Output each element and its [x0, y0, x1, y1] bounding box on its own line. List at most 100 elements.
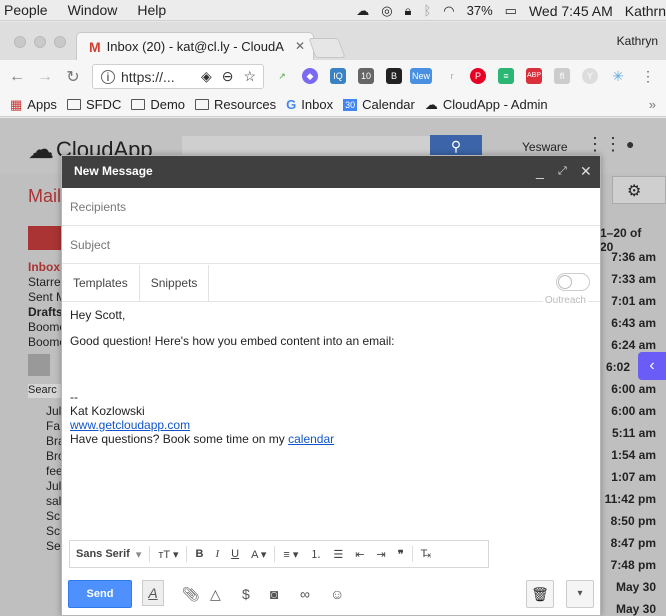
email-time[interactable]: 6:02 [606, 360, 630, 374]
apps-grid-icon[interactable]: ⋮⋮ [586, 134, 622, 155]
quote-icon[interactable]: ❞ [398, 548, 404, 561]
link-icon[interactable]: ∞ [300, 586, 310, 602]
send-button[interactable]: Send [68, 580, 132, 608]
contacts-search-input[interactable]: Searc [28, 384, 62, 398]
arrow-extension-icon[interactable]: ↗ [274, 68, 290, 84]
new-extension-icon[interactable]: New [410, 68, 432, 84]
subject-field[interactable]: Subject [62, 226, 600, 264]
email-time[interactable]: 6:00 am [611, 382, 656, 396]
email-time[interactable]: 6:00 am [611, 404, 656, 418]
emoji-icon[interactable]: ☺ [330, 586, 344, 602]
bookmark-resources[interactable]: Resources [195, 97, 276, 112]
email-time[interactable]: 8:50 pm [611, 514, 656, 528]
nav-label[interactable]: Boome [28, 320, 62, 334]
bookmark-calendar[interactable]: 30 Calendar [343, 97, 415, 112]
adblock-icon[interactable]: ABP [526, 68, 542, 84]
email-time[interactable]: 6:43 am [611, 316, 656, 330]
italic-icon[interactable]: I [215, 548, 219, 560]
yesware-link[interactable]: Yesware [522, 140, 568, 154]
email-time[interactable]: 8:47 pm [611, 536, 656, 550]
bookmark-demo[interactable]: Demo [131, 97, 185, 112]
expand-icon[interactable]: ⤢ [558, 156, 567, 186]
window-zoom-button[interactable] [54, 36, 66, 48]
user-name[interactable]: Kathrn [625, 3, 666, 19]
snowflake-icon[interactable]: ✳ [610, 68, 626, 84]
menu-help[interactable]: Help [137, 2, 166, 18]
chat-contact[interactable]: fee [46, 464, 62, 478]
formatting-options-icon[interactable]: A [142, 580, 164, 606]
minimize-icon[interactable]: _ [536, 156, 544, 186]
email-time[interactable]: 5:11 am [612, 426, 656, 440]
message-body[interactable]: Hey Scott, Good question! Here's how you… [70, 308, 590, 446]
email-time[interactable]: 7:01 am [611, 294, 656, 308]
sync-icon[interactable]: ◎ [381, 3, 392, 19]
nav-starred[interactable]: Starre [28, 275, 62, 289]
chat-contact[interactable]: Bro [46, 449, 62, 463]
window-close-button[interactable] [14, 36, 26, 48]
outreach-sidebar-toggle-icon[interactable]: ‹ [638, 352, 666, 380]
nav-inbox[interactable]: Inbox [28, 260, 62, 274]
templates-button[interactable]: Templates [62, 265, 140, 301]
bluetooth-icon[interactable]: ᛒ [423, 3, 431, 18]
star-icon[interactable]: ☆ [244, 68, 257, 85]
menu-people[interactable]: People [4, 2, 48, 18]
lock-icon[interactable]: 🔒︎ [405, 3, 412, 19]
close-icon[interactable]: ✕ [295, 39, 305, 53]
recipients-field[interactable]: Recipients [62, 188, 600, 226]
r-extension-icon[interactable]: r [444, 68, 460, 84]
font-family-select[interactable]: Sans Serif [76, 548, 130, 560]
extension-icon[interactable]: ◈ [201, 68, 212, 85]
zoom-icon[interactable]: ⊖ [222, 68, 234, 85]
back-icon[interactable]: ← [6, 68, 28, 86]
menu-dots-icon[interactable]: ⋮ [640, 68, 656, 84]
tab-gmail-inbox[interactable]: M Inbox (20) - kat@cl.ly - CloudA ✕ [76, 32, 314, 60]
email-time[interactable]: 11:42 pm [605, 492, 656, 506]
bookmark-sfdc[interactable]: SFDC [66, 97, 121, 112]
bookmark-cloudapp-admin[interactable]: ☁ CloudApp - Admin [425, 97, 548, 113]
bookmark-inbox[interactable]: G Inbox [286, 97, 333, 112]
info-icon[interactable]: i [101, 69, 115, 84]
fl-extension-icon[interactable]: fl [554, 68, 570, 84]
b-extension-icon[interactable]: B [386, 68, 402, 84]
bold-icon[interactable]: B [195, 548, 203, 560]
chat-contact[interactable]: Bra [46, 434, 62, 448]
new-tab-button[interactable] [308, 38, 346, 58]
camera-icon[interactable]: ◙ [270, 586, 278, 602]
email-time[interactable]: May 30 [616, 580, 656, 594]
y-extension-icon[interactable]: Y [582, 68, 598, 84]
pinterest-icon[interactable]: P [470, 68, 486, 84]
underline-icon[interactable]: U [231, 548, 239, 560]
bookmarks-overflow-icon[interactable]: » [649, 97, 656, 112]
snippets-button[interactable]: Snippets [140, 265, 210, 301]
chat-contact[interactable]: Jul [46, 479, 62, 493]
signature-website-link[interactable]: www.getcloudapp.com [70, 418, 190, 432]
email-time[interactable]: 7:36 am [611, 250, 656, 264]
chat-contact[interactable]: Se [46, 539, 62, 553]
chat-contact[interactable]: Sc [46, 524, 62, 538]
battery-icon[interactable]: ▭ [505, 3, 517, 19]
discard-draft-icon[interactable]: 🗑︎ [526, 580, 554, 608]
more-options-icon[interactable]: ▾ [566, 580, 594, 608]
chat-contact[interactable]: Jul [46, 404, 62, 418]
chevron-down-icon[interactable]: ▾ [136, 548, 142, 561]
email-time[interactable]: 6:24 am [611, 338, 656, 352]
attach-icon[interactable]: 📎︎ [182, 586, 200, 603]
email-time[interactable]: 7:33 am [611, 272, 656, 286]
window-minimize-button[interactable] [34, 36, 46, 48]
nav-sent[interactable]: Sent M [28, 290, 62, 304]
numbered-list-icon[interactable]: ⒈ [310, 546, 321, 562]
profile-name[interactable]: Kathryn [617, 34, 658, 48]
text-color-icon[interactable]: A ▾ [251, 548, 266, 561]
clock[interactable]: Wed 7:45 AM [529, 3, 613, 19]
chat-contact[interactable]: Sc [46, 509, 62, 523]
email-time[interactable]: May 30 [616, 602, 656, 616]
iq-extension-icon[interactable]: IQ [330, 68, 346, 84]
menu-window[interactable]: Window [68, 2, 118, 18]
notification-bell-icon[interactable]: ● [626, 136, 634, 152]
shield-extension-icon[interactable]: ◆ [302, 68, 318, 84]
reload-icon[interactable]: ↻ [62, 67, 84, 87]
calendar-extension-icon[interactable]: 10 [358, 68, 374, 84]
calendar-link[interactable]: calendar [288, 432, 334, 446]
avatar[interactable] [28, 354, 50, 376]
forward-icon[interactable]: → [34, 68, 56, 86]
